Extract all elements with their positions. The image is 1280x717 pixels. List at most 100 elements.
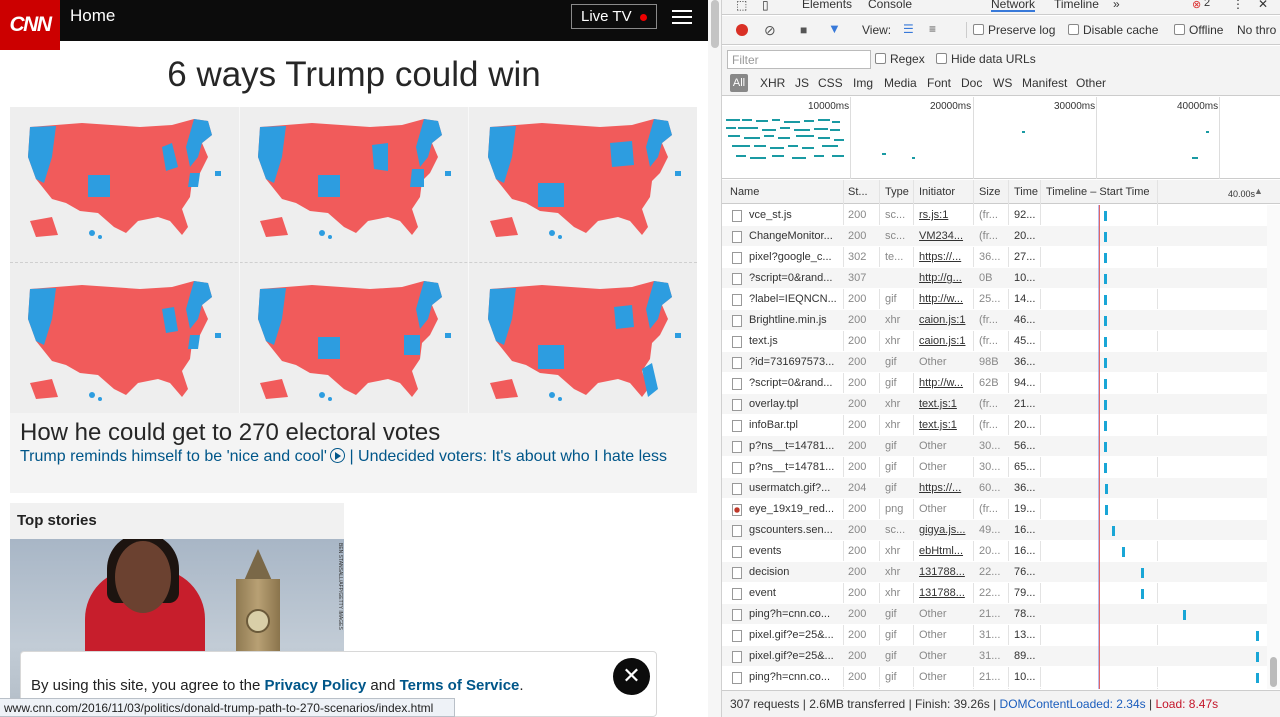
request-row[interactable]: ?script=0&rand... 200 gif http://w... 62B 94.… [722,373,1267,394]
inspect-icon[interactable]: ⬚ [736,0,747,12]
regex-toggle[interactable]: Regex [875,52,925,66]
request-row[interactable]: pixel.gif?e=25&... 200 gif Other 31... 89... [722,646,1267,667]
col-initiator[interactable]: Initiator [919,186,955,198]
kebab-menu-icon[interactable]: ⋮ [1232,0,1244,11]
type-js[interactable]: JS [795,76,809,90]
request-row[interactable]: Brightline.min.js 200 xhr caion.js:1 (fr... 4… [722,310,1267,331]
request-initiator[interactable]: rs.js:1 [919,205,971,226]
request-row[interactable]: usermatch.gif?... 204 gif https://... 60... 3… [722,478,1267,499]
request-row[interactable]: ChangeMonitor... 200 sc... VM234... (fr... 20… [722,226,1267,247]
request-initiator[interactable]: ebHtml... [919,541,971,562]
requests-scroll-thumb[interactable] [1270,657,1277,687]
device-icon[interactable]: ▯ [762,0,769,12]
request-initiator[interactable]: http://g... [919,268,971,289]
type-manifest[interactable]: Manifest [1022,76,1067,90]
col-status[interactable]: St... [848,186,868,198]
request-initiator[interactable]: 131788... [919,583,971,604]
type-other[interactable]: Other [1076,76,1106,90]
live-tv-button[interactable]: Live TV [571,4,657,29]
close-icon[interactable]: ✕ [613,658,650,695]
col-name[interactable]: Name [730,186,759,198]
request-row[interactable]: text.js 200 xhr caion.js:1 (fr... 45... [722,331,1267,352]
request-row[interactable]: ?id=731697573... 200 gif Other 98B 36... [722,352,1267,373]
filter-icon[interactable]: ▼ [828,21,841,36]
col-type[interactable]: Type [885,186,909,198]
preserve-log-toggle[interactable]: Preserve log [973,23,1055,37]
page-scrollbar[interactable] [711,0,719,48]
request-row[interactable]: decision 200 xhr 131788... 22... 76... [722,562,1267,583]
request-row[interactable]: pixel.gif?e=25&... 200 gif Other 31... 13... [722,625,1267,646]
page-headline[interactable]: 6 ways Trump could win [0,55,708,95]
type-xhr[interactable]: XHR [760,76,785,90]
overview-icon[interactable]: ≡ [929,22,936,36]
request-row[interactable]: events 200 xhr ebHtml... 20... 16... [722,541,1267,562]
file-icon [732,231,742,243]
tab-elements[interactable]: Elements [802,0,852,11]
timeline-bar [1104,316,1107,326]
request-initiator[interactable]: http://w... [919,289,971,310]
request-initiator[interactable]: text.js:1 [919,415,971,436]
request-initiator[interactable]: caion.js:1 [919,331,971,352]
type-img[interactable]: Img [853,76,873,90]
request-row[interactable]: pixel?google_c... 302 te... https://... 36..… [722,247,1267,268]
request-row[interactable]: p?ns__t=14781... 200 gif Other 30... 65... [722,457,1267,478]
request-row[interactable]: gscounters.sen... 200 sc... gigya.js... 49..… [722,520,1267,541]
cnn-logo[interactable]: CNN [0,0,60,50]
col-time[interactable]: Time [1014,186,1038,198]
requests-scrollbar[interactable] [1267,205,1280,689]
type-font[interactable]: Font [927,76,951,90]
terms-of-service-link[interactable]: Terms of Service [400,677,520,694]
request-initiator[interactable]: caion.js:1 [919,310,971,331]
tab-timeline[interactable]: Timeline [1054,0,1099,11]
request-row[interactable]: ping?h=cnn.co... 200 gif Other 21... 10... [722,667,1267,688]
clear-icon[interactable]: ⊘ [764,22,776,39]
error-count[interactable]: 2 [1204,0,1210,9]
filter-input[interactable]: Filter [727,50,871,69]
menu-icon[interactable] [672,10,692,24]
request-initiator[interactable]: VM234... [919,226,971,247]
privacy-policy-link[interactable]: Privacy Policy [264,677,366,694]
offline-toggle[interactable]: Offline [1174,23,1223,37]
request-row[interactable]: vce_st.js 200 sc... rs.js:1 (fr... 92... [722,205,1267,226]
request-initiator[interactable]: https://... [919,247,971,268]
request-initiator[interactable]: text.js:1 [919,394,971,415]
close-devtools-icon[interactable]: ✕ [1258,0,1268,11]
related-link-1[interactable]: Trump reminds himself to be 'nice and co… [20,448,327,465]
type-ws[interactable]: WS [993,76,1012,90]
request-initiator[interactable]: http://w... [919,373,971,394]
request-row[interactable]: infoBar.tpl 200 xhr text.js:1 (fr... 20... [722,415,1267,436]
record-icon[interactable] [736,24,748,36]
more-tabs-icon[interactable]: » [1113,0,1120,11]
tab-console[interactable]: Console [868,0,912,11]
col-timeline[interactable]: Timeline – Start Time [1046,186,1150,198]
request-row[interactable]: ?script=0&rand... 307 http://g... 0B 10... [722,268,1267,289]
throttle-select[interactable]: No thro [1237,23,1276,37]
large-rows-icon[interactable]: ☰ [903,22,914,36]
maps-caption[interactable]: How he could get to 270 electoral votes [20,419,440,447]
maps-grid[interactable] [10,107,697,413]
request-initiator[interactable]: gigya.js... [919,520,971,541]
request-row[interactable]: ping?h=cnn.co... 200 gif Other 21... 78... [722,604,1267,625]
request-initiator[interactable]: https://... [919,478,971,499]
page-scroll-gutter[interactable] [708,0,722,717]
request-row[interactable]: eye_19x19_red... 200 png Other (fr... 19... [722,499,1267,520]
type-media[interactable]: Media [884,76,917,90]
network-overview[interactable]: 10000ms 20000ms 30000ms 40000ms [722,97,1280,179]
maps-gallery[interactable]: How he could get to 270 electoral votes … [10,107,697,493]
hide-data-urls-toggle[interactable]: Hide data URLs [936,52,1036,66]
request-row[interactable]: ?label=IEQNCN... 200 gif http://w... 25... 14… [722,289,1267,310]
request-row[interactable]: overlay.tpl 200 xhr text.js:1 (fr... 21... [722,394,1267,415]
tab-network[interactable]: Network [991,0,1036,12]
disable-cache-toggle[interactable]: Disable cache [1068,23,1158,37]
play-icon[interactable] [329,448,345,463]
type-doc[interactable]: Doc [961,76,982,90]
camera-icon[interactable]: ■ [800,23,807,37]
request-row[interactable]: p?ns__t=14781... 200 gif Other 30... 56... [722,436,1267,457]
related-link-2[interactable]: Undecided voters: It's about who I hate … [358,448,667,465]
type-css[interactable]: CSS [818,76,843,90]
request-row[interactable]: event 200 xhr 131788... 22... 79... [722,583,1267,604]
section-title[interactable]: Home [70,6,115,26]
type-all[interactable]: All [730,74,748,92]
request-initiator[interactable]: 131788... [919,562,971,583]
col-size[interactable]: Size [979,186,1000,198]
